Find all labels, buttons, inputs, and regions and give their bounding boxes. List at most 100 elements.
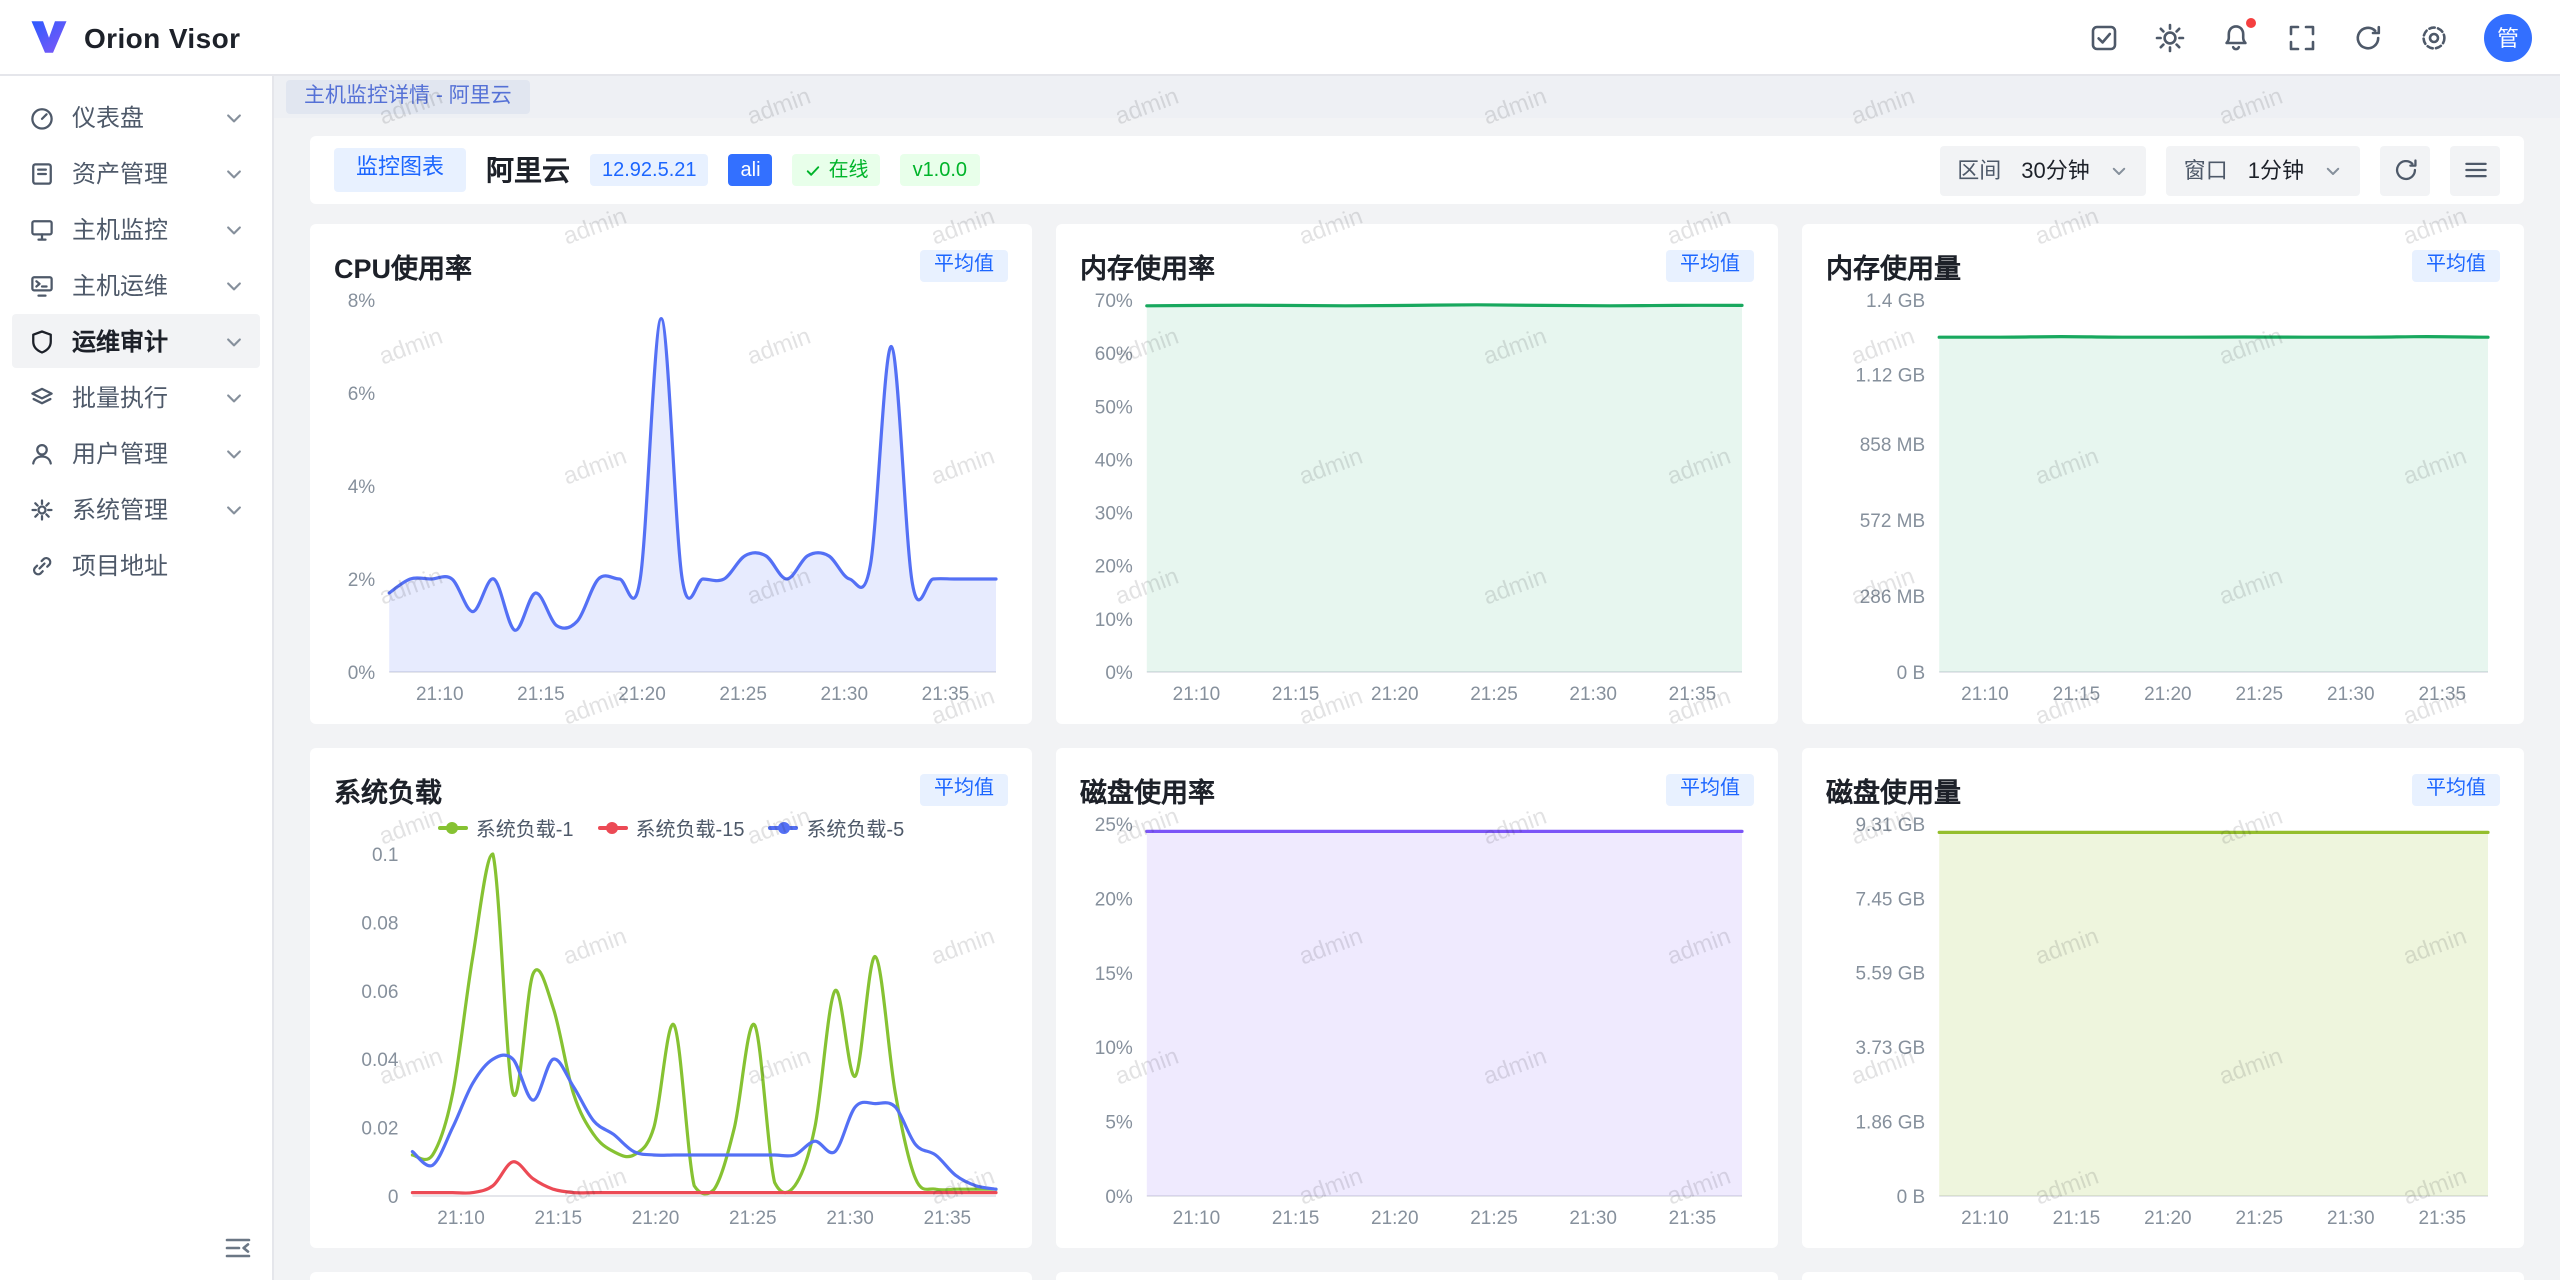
svg-text:21:20: 21:20 xyxy=(618,684,666,705)
average-value-badge[interactable]: 平均值 xyxy=(2412,250,2500,282)
content: 监控图表 阿里云 12.92.5.21 ali 在线 v1.0.0 区间 xyxy=(274,118,2560,1280)
svg-text:10%: 10% xyxy=(1095,610,1133,631)
chart-canvas: 0 B286 MB572 MB858 MB1.12 GB1.4 GB21:102… xyxy=(1826,288,2500,708)
svg-text:21:30: 21:30 xyxy=(826,1208,874,1229)
chart-canvas: 0%2%4%6%8%21:1021:1521:2021:2521:3021:35 xyxy=(334,288,1008,708)
host-ip-tag: 12.92.5.21 xyxy=(590,154,709,186)
svg-text:0.06: 0.06 xyxy=(361,982,398,1003)
window-select[interactable]: 窗口 1分钟 xyxy=(2166,145,2360,195)
svg-text:21:35: 21:35 xyxy=(1669,1208,1717,1229)
sidebar-item-dashboard[interactable]: 仪表盘 xyxy=(12,90,260,144)
chevron-down-icon xyxy=(2324,161,2342,179)
svg-text:0%: 0% xyxy=(348,663,376,684)
svg-text:21:20: 21:20 xyxy=(632,1208,680,1229)
host-ops-terminal-icon xyxy=(28,271,56,299)
fullscreen-icon[interactable] xyxy=(2286,21,2318,53)
average-value-badge[interactable]: 平均值 xyxy=(1666,250,1754,282)
svg-text:9.31 GB: 9.31 GB xyxy=(1855,815,1925,836)
main-area: 主机监控详情 - 阿里云 监控图表 阿里云 12.92.5.21 ali 在线 … xyxy=(274,76,2560,1280)
svg-text:21:15: 21:15 xyxy=(2053,1208,2101,1229)
system-gear-icon xyxy=(28,495,56,523)
collapse-sidebar-icon[interactable] xyxy=(222,1232,254,1264)
svg-text:21:25: 21:25 xyxy=(1470,1208,1518,1229)
chart-legend: 系统负载-1 系统负载-15 系统负载-5 xyxy=(334,812,1008,842)
svg-text:0 B: 0 B xyxy=(1897,663,1926,684)
legend-marker xyxy=(438,825,468,829)
legend-item[interactable]: 系统负载-5 xyxy=(768,812,904,842)
chart-canvas: 00.020.040.060.080.121:1021:1521:2021:25… xyxy=(334,842,1008,1232)
sidebar-item-ops-audit[interactable]: 运维审计 xyxy=(12,314,260,368)
sidebar-item-host-ops[interactable]: 主机运维 xyxy=(12,258,260,312)
legend-label: 系统负载-15 xyxy=(636,812,745,842)
tab-bar: 主机监控详情 - 阿里云 xyxy=(274,76,2560,118)
svg-text:30%: 30% xyxy=(1095,504,1133,525)
legend-item[interactable]: 系统负载-15 xyxy=(598,812,745,842)
interval-select[interactable]: 区间 30分钟 xyxy=(1939,145,2146,195)
chart-title: 内存使用率 xyxy=(1080,246,1215,286)
average-value-badge[interactable]: 平均值 xyxy=(920,250,1008,282)
svg-text:5%: 5% xyxy=(1105,1113,1133,1134)
tab-host-monitor-detail[interactable]: 主机监控详情 - 阿里云 xyxy=(286,79,530,114)
host-monitor-icon xyxy=(28,215,56,243)
user-avatar[interactable]: 管 xyxy=(2484,13,2532,61)
dashboard-gauge-icon xyxy=(28,103,56,131)
svg-text:0.1: 0.1 xyxy=(372,845,398,866)
chart-title: 磁盘使用率 xyxy=(1080,770,1215,810)
svg-text:21:35: 21:35 xyxy=(1669,684,1717,705)
svg-text:21:10: 21:10 xyxy=(1173,684,1221,705)
refresh-charts-button[interactable] xyxy=(2380,145,2430,195)
check-square-icon[interactable] xyxy=(2088,21,2120,53)
sidebar-item-system-mgmt[interactable]: 系统管理 xyxy=(12,482,260,536)
chart-settings-button[interactable] xyxy=(2450,145,2500,195)
settings-gear-icon[interactable] xyxy=(2418,21,2450,53)
sidebar-item-host-monitor[interactable]: 主机监控 xyxy=(12,202,260,256)
average-value-badge[interactable]: 平均值 xyxy=(920,774,1008,806)
average-value-badge[interactable]: 平均值 xyxy=(1666,774,1754,806)
theme-sun-icon[interactable] xyxy=(2154,21,2186,53)
legend-marker xyxy=(768,825,798,829)
svg-text:2%: 2% xyxy=(348,570,376,591)
notification-dot xyxy=(2246,17,2256,27)
host-header-card: 监控图表 阿里云 12.92.5.21 ali 在线 v1.0.0 区间 xyxy=(310,136,2524,204)
svg-text:21:20: 21:20 xyxy=(2144,684,2192,705)
sidebar-item-assets[interactable]: 资产管理 xyxy=(12,146,260,200)
sidebar-item-user-mgmt[interactable]: 用户管理 xyxy=(12,426,260,480)
app-logo[interactable]: Orion Visor xyxy=(28,16,240,58)
svg-text:60%: 60% xyxy=(1095,344,1133,365)
refresh-icon[interactable] xyxy=(2352,21,2384,53)
notifications-bell-icon[interactable] xyxy=(2220,21,2252,53)
chart-card: 磁盘使用率平均值0%5%10%15%20%25%21:1021:1521:202… xyxy=(1056,748,1778,1248)
audit-shield-icon xyxy=(28,327,56,355)
svg-text:25%: 25% xyxy=(1095,815,1133,836)
svg-text:1.12 GB: 1.12 GB xyxy=(1855,365,1925,386)
sidebar-item-batch-exec[interactable]: 批量执行 xyxy=(12,370,260,424)
chart-card: 磁盘使用量平均值0 B1.86 GB3.73 GB5.59 GB7.45 GB9… xyxy=(1802,748,2524,1248)
svg-text:4%: 4% xyxy=(348,477,376,498)
svg-text:40%: 40% xyxy=(1095,450,1133,471)
chart-title: 系统负载 xyxy=(334,770,442,810)
svg-text:21:25: 21:25 xyxy=(729,1208,777,1229)
legend-label: 系统负载-5 xyxy=(806,812,904,842)
svg-text:21:25: 21:25 xyxy=(1470,684,1518,705)
average-value-badge[interactable]: 平均值 xyxy=(2412,774,2500,806)
svg-text:21:10: 21:10 xyxy=(1961,684,2009,705)
check-icon xyxy=(805,161,823,179)
svg-text:70%: 70% xyxy=(1095,291,1133,312)
svg-text:3.73 GB: 3.73 GB xyxy=(1855,1038,1925,1059)
charts-grid: CPU使用率平均值0%2%4%6%8%21:1021:1521:2021:252… xyxy=(310,224,2524,1280)
svg-text:21:30: 21:30 xyxy=(821,684,869,705)
legend-item[interactable]: 系统负载-1 xyxy=(438,812,574,842)
svg-text:8%: 8% xyxy=(348,291,376,312)
monitor-chart-button[interactable]: 监控图表 xyxy=(334,149,466,191)
logo-v-icon xyxy=(28,16,70,58)
app-title: Orion Visor xyxy=(84,21,240,53)
chart-title: 磁盘使用量 xyxy=(1826,770,1961,810)
chevron-down-icon xyxy=(224,163,244,183)
svg-text:21:15: 21:15 xyxy=(517,684,565,705)
sidebar-item-project-link[interactable]: 项目地址 xyxy=(12,538,260,592)
host-code-tag: ali xyxy=(729,154,773,186)
svg-text:1.4 GB: 1.4 GB xyxy=(1866,291,1925,312)
svg-text:0%: 0% xyxy=(1105,1187,1133,1208)
legend-marker xyxy=(598,825,628,829)
chevron-down-icon xyxy=(224,443,244,463)
